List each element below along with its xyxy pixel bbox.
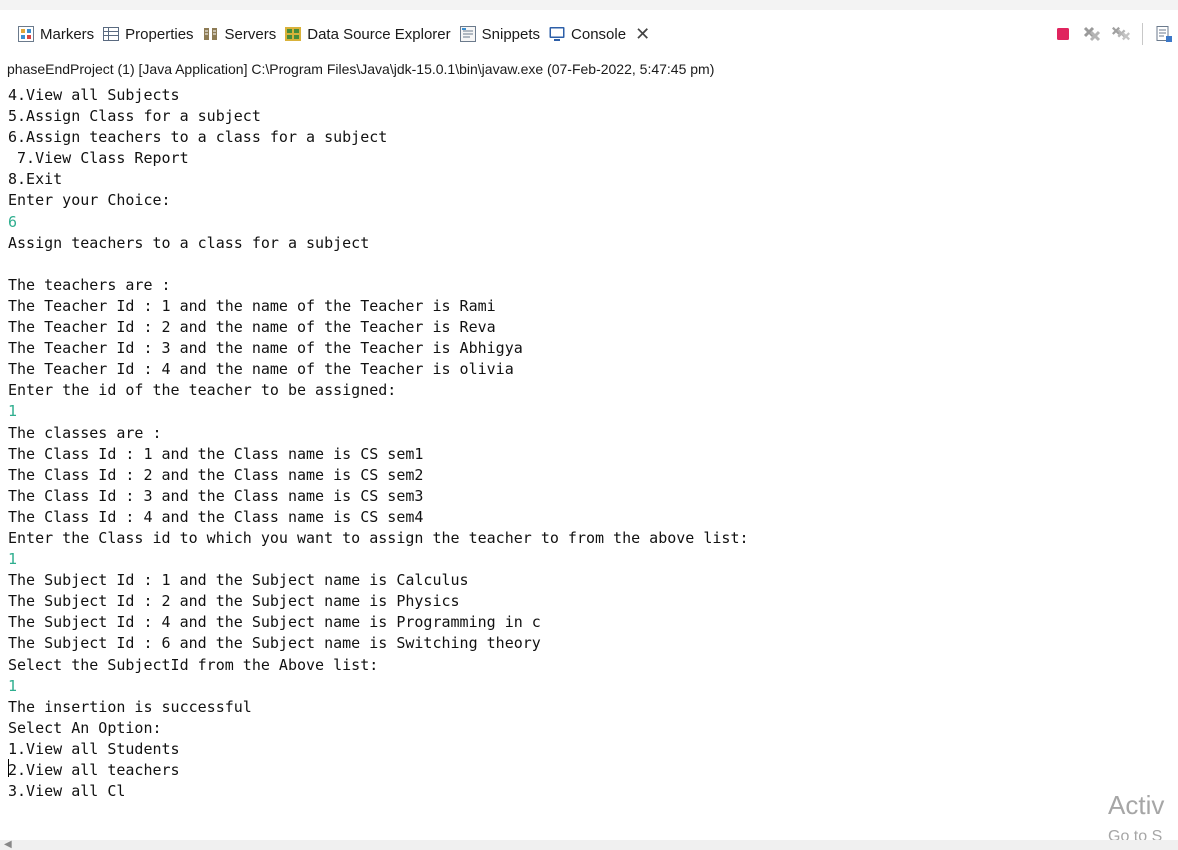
- console-output-line: The Subject Id : 6 and the Subject name …: [8, 634, 541, 653]
- console-output-line: 1.View all Students: [8, 739, 180, 758]
- console-output-line: Select the SubjectId from the Above list…: [8, 655, 379, 674]
- console-output-line: The Teacher Id : 3 and the name of the T…: [8, 339, 523, 358]
- tab-label: Data Source Explorer: [307, 25, 451, 43]
- markers-icon: [17, 25, 35, 43]
- console-output-line: 3.View all Cl: [8, 782, 126, 801]
- console-output-line: The classes are :: [8, 423, 162, 442]
- tab-label: Servers: [224, 25, 277, 43]
- remove-launch-icon[interactable]: [1082, 24, 1102, 44]
- console-output-line: The Teacher Id : 2 and the name of the T…: [8, 318, 496, 337]
- console-output-line: Assign teachers to a class for a subject: [8, 233, 370, 252]
- console-output-line: The Subject Id : 1 and the Subject name …: [8, 571, 469, 590]
- tab-servers[interactable]: Servers: [199, 10, 282, 58]
- console-output-line: The Teacher Id : 4 and the name of the T…: [8, 360, 514, 379]
- clear-console-icon[interactable]: [1154, 24, 1174, 44]
- console-toolbar: [1053, 10, 1178, 58]
- console-output[interactable]: 4.View all Subjects 5.Assign Class for a …: [0, 85, 1178, 840]
- console-output-line: The insertion is successful: [8, 697, 252, 716]
- toolbar-separator: [1142, 23, 1143, 45]
- console-input-line: 6: [8, 212, 18, 231]
- remove-all-terminated-icon[interactable]: [1111, 24, 1131, 44]
- console-output-line: Enter the id of the teacher to be assign…: [8, 381, 397, 400]
- tab-markers[interactable]: Markers: [0, 10, 99, 58]
- console-input-line: 1: [8, 676, 18, 695]
- data-source-explorer-icon: [284, 25, 302, 43]
- tab-snippets[interactable]: Snippets: [456, 10, 545, 58]
- view-tab-bar: Markers Properties Servers Data Source E…: [0, 10, 1178, 58]
- console-output-line: The Subject Id : 4 and the Subject name …: [8, 613, 541, 632]
- console-output-line: Enter the Class id to which you want to …: [8, 528, 749, 547]
- console-output-line: Select An Option:: [8, 718, 162, 737]
- servers-icon: [202, 25, 220, 43]
- console-output-line: The Class Id : 3 and the Class name is C…: [8, 486, 424, 505]
- text-cursor: [8, 759, 9, 777]
- scroll-left-icon[interactable]: ◀: [4, 840, 12, 850]
- console-output-line: The Teacher Id : 1 and the name of the T…: [8, 296, 496, 315]
- console-output-line: The teachers are :: [8, 275, 171, 294]
- console-output-line: The Class Id : 1 and the Class name is C…: [8, 444, 424, 463]
- tab-data-source-explorer[interactable]: Data Source Explorer: [281, 10, 455, 58]
- console-output-line: 4.View all Subjects: [8, 86, 180, 104]
- console-output-line: 5.Assign Class for a subject: [8, 107, 261, 126]
- console-output-line: 6.Assign teachers to a class for a subje…: [8, 128, 388, 147]
- console-output-line: 2.View all teachers: [8, 761, 180, 779]
- close-icon[interactable]: ✕: [635, 25, 650, 43]
- console-output-line: 8.Exit: [8, 170, 63, 189]
- watermark-title: Activ: [1108, 790, 1165, 820]
- console-output-line: The Subject Id : 2 and the Subject name …: [8, 592, 460, 611]
- console-output-line: Enter your Choice:: [8, 191, 171, 210]
- console-output-line: 7.View Class Report: [8, 149, 189, 168]
- properties-icon: [102, 25, 120, 43]
- snippets-icon: [459, 25, 477, 43]
- terminate-icon[interactable]: [1053, 24, 1073, 44]
- console-input-line: 1: [8, 550, 18, 569]
- tab-label: Snippets: [481, 25, 541, 43]
- horizontal-scrollbar[interactable]: ◀: [0, 840, 1178, 850]
- tab-label: Properties: [125, 25, 194, 43]
- top-strip: [0, 0, 1178, 10]
- tab-properties[interactable]: Properties: [99, 10, 198, 58]
- console-input-line: 1: [8, 402, 18, 421]
- console-icon: [548, 25, 566, 43]
- tab-label: Console: [571, 25, 627, 43]
- console-output-line: The Class Id : 2 and the Class name is C…: [8, 465, 424, 484]
- console-output-line: The Class Id : 4 and the Class name is C…: [8, 507, 424, 526]
- process-description: phaseEndProject (1) [Java Application] C…: [7, 61, 715, 77]
- tab-label: Markers: [40, 25, 95, 43]
- tab-console[interactable]: Console ✕: [545, 10, 658, 58]
